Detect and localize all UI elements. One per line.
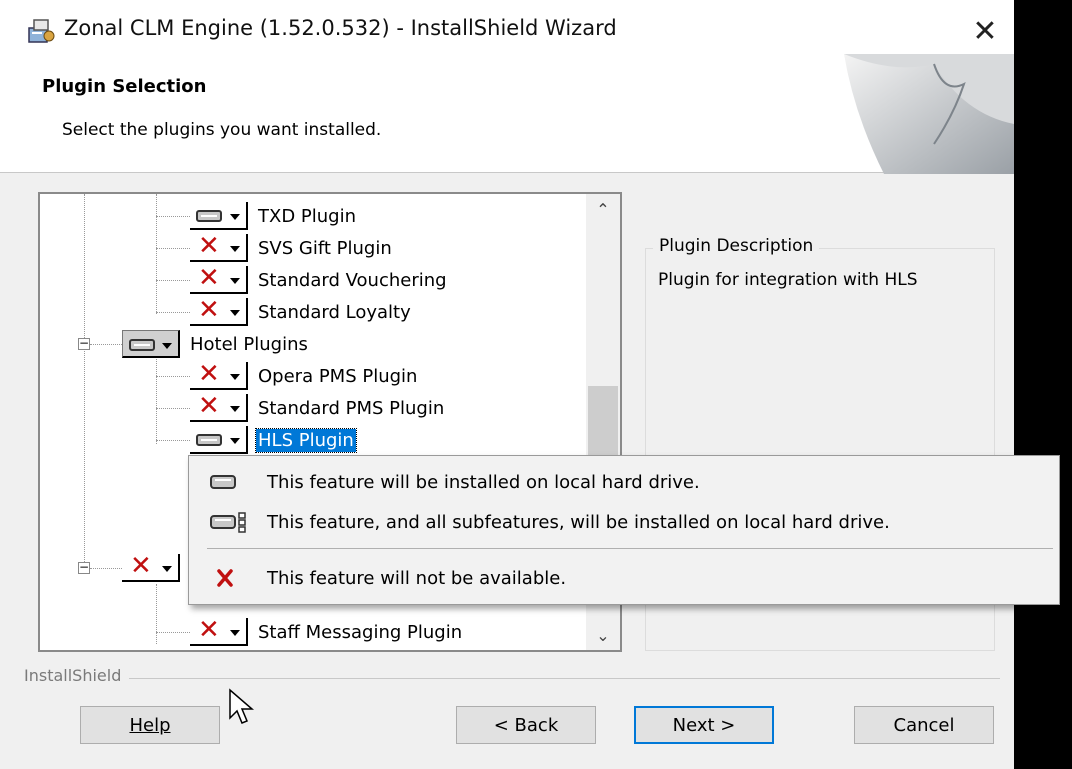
tree-item-staff-messaging-plugin[interactable]: ✕ Staff Messaging Plugin (190, 615, 464, 648)
tree-item-txd-plugin[interactable]: TXD Plugin (190, 200, 358, 232)
menu-item-label: This feature will be installed on local … (267, 471, 700, 493)
tree-item-label-selected: HLS Plugin (255, 427, 357, 453)
tree-item-label: Opera PMS Plugin (258, 365, 418, 387)
feature-state-dropdown[interactable]: ✕ (122, 551, 180, 582)
chevron-down-icon (230, 630, 240, 636)
feature-state-popup-menu: This feature will be installed on local … (188, 455, 1060, 605)
feature-state-dropdown[interactable] (122, 330, 180, 358)
tree-item-label: Hotel Plugins (190, 333, 308, 355)
collapse-hotel-plugins-toggle[interactable]: − (78, 337, 90, 350)
chevron-down-icon (162, 343, 172, 349)
hard-drive-subfeatures-icon (210, 512, 246, 533)
feature-state-dropdown[interactable]: ✕ (190, 263, 248, 294)
back-button-label: < Back (493, 714, 559, 736)
installer-window: Zonal CLM Engine (1.52.0.532) - InstallS… (0, 0, 1014, 769)
window-title: Zonal CLM Engine (1.52.0.532) - InstallS… (64, 16, 617, 40)
feature-state-dropdown[interactable]: ✕ (190, 295, 248, 326)
feature-state-dropdown[interactable] (190, 202, 248, 230)
chevron-down-icon (230, 214, 240, 220)
tree-item-label: SVS Gift Plugin (258, 237, 392, 259)
tree-item-hls-plugin[interactable]: HLS Plugin (190, 424, 357, 456)
chevron-down-icon (230, 246, 240, 252)
close-button[interactable]: ✕ (956, 0, 1014, 62)
page-subtitle: Select the plugins you want installed. (62, 120, 382, 140)
red-x-icon: ✕ (198, 359, 220, 389)
desktop-background (1014, 0, 1072, 769)
red-x-icon: ✕ (198, 615, 220, 645)
tree-item-label: Standard PMS Plugin (258, 397, 445, 419)
installshield-brand: InstallShield (24, 666, 130, 685)
tree-item-svs-gift-plugin[interactable]: ✕ SVS Gift Plugin (190, 231, 394, 264)
next-button-label: Next > (672, 714, 736, 736)
menu-item-install-local[interactable]: This feature will be installed on local … (189, 462, 1059, 502)
chevron-down-icon (162, 566, 172, 572)
tree-item-hotel-plugins[interactable]: Hotel Plugins (122, 328, 310, 360)
red-x-icon: ✕ (130, 551, 152, 581)
tree-item-label: TXD Plugin (258, 205, 357, 227)
installshield-banner-graphic (844, 54, 1014, 174)
chevron-down-icon (230, 406, 240, 412)
scroll-up-button[interactable]: ⌃ (586, 194, 620, 224)
collapse-group-toggle[interactable]: − (78, 561, 90, 574)
plugin-description-text: Plugin for integration with HLS (658, 270, 918, 290)
tree-item-group-collapsed[interactable]: ✕ (122, 551, 188, 584)
red-x-icon (217, 569, 233, 587)
hard-drive-icon (196, 434, 222, 446)
tree-item-standard-pms-plugin[interactable]: ✕ Standard PMS Plugin (190, 391, 446, 424)
menu-separator (207, 548, 1053, 549)
red-x-icon: ✕ (198, 231, 220, 261)
installer-app-icon (28, 19, 55, 43)
tree-item-standard-vouchering[interactable]: ✕ Standard Vouchering (190, 263, 449, 296)
feature-state-dropdown[interactable] (190, 426, 248, 454)
next-button[interactable]: Next > (634, 706, 774, 744)
red-x-icon: ✕ (198, 391, 220, 421)
chevron-down-icon: ⌄ (596, 625, 610, 645)
hard-drive-icon (210, 475, 236, 489)
chevron-down-icon (230, 374, 240, 380)
feature-state-dropdown[interactable]: ✕ (190, 615, 248, 646)
cancel-button-label: Cancel (893, 714, 955, 736)
tree-item-standard-loyalty[interactable]: ✕ Standard Loyalty (190, 295, 413, 328)
close-icon: ✕ (972, 13, 998, 49)
chevron-up-icon: ⌃ (596, 199, 610, 219)
back-button[interactable]: < Back (456, 706, 596, 744)
menu-item-label: This feature will not be available. (267, 567, 567, 589)
hard-drive-icon (196, 210, 222, 222)
header-banner: Plugin Selection Select the plugins you … (0, 54, 1014, 174)
chevron-down-icon (230, 278, 240, 284)
footer-divider (24, 678, 1000, 679)
tree-item-opera-pms-plugin[interactable]: ✕ Opera PMS Plugin (190, 359, 419, 392)
chevron-down-icon (230, 310, 240, 316)
menu-item-not-available[interactable]: This feature will not be available. (189, 558, 1059, 598)
chevron-down-icon (230, 438, 240, 444)
help-button-label: Help (129, 714, 171, 736)
hard-drive-icon (129, 339, 155, 351)
plugin-description-legend: Plugin Description (653, 236, 820, 256)
feature-state-dropdown[interactable]: ✕ (190, 359, 248, 390)
menu-item-label: This feature, and all subfeatures, will … (267, 511, 890, 533)
menu-item-install-all-subfeatures[interactable]: This feature, and all subfeatures, will … (189, 502, 1059, 542)
scroll-down-button[interactable]: ⌄ (586, 620, 620, 650)
cancel-button[interactable]: Cancel (854, 706, 994, 744)
tree-item-label: Standard Vouchering (258, 269, 447, 291)
mouse-cursor-icon (229, 688, 255, 724)
help-button[interactable]: Help (80, 706, 220, 744)
feature-state-dropdown[interactable]: ✕ (190, 231, 248, 262)
red-x-icon: ✕ (198, 263, 220, 293)
page-title: Plugin Selection (42, 76, 207, 97)
red-x-icon: ✕ (198, 295, 220, 325)
tree-item-label: Standard Loyalty (258, 301, 411, 323)
tree-item-label: Staff Messaging Plugin (258, 621, 463, 643)
feature-state-dropdown[interactable]: ✕ (190, 391, 248, 422)
